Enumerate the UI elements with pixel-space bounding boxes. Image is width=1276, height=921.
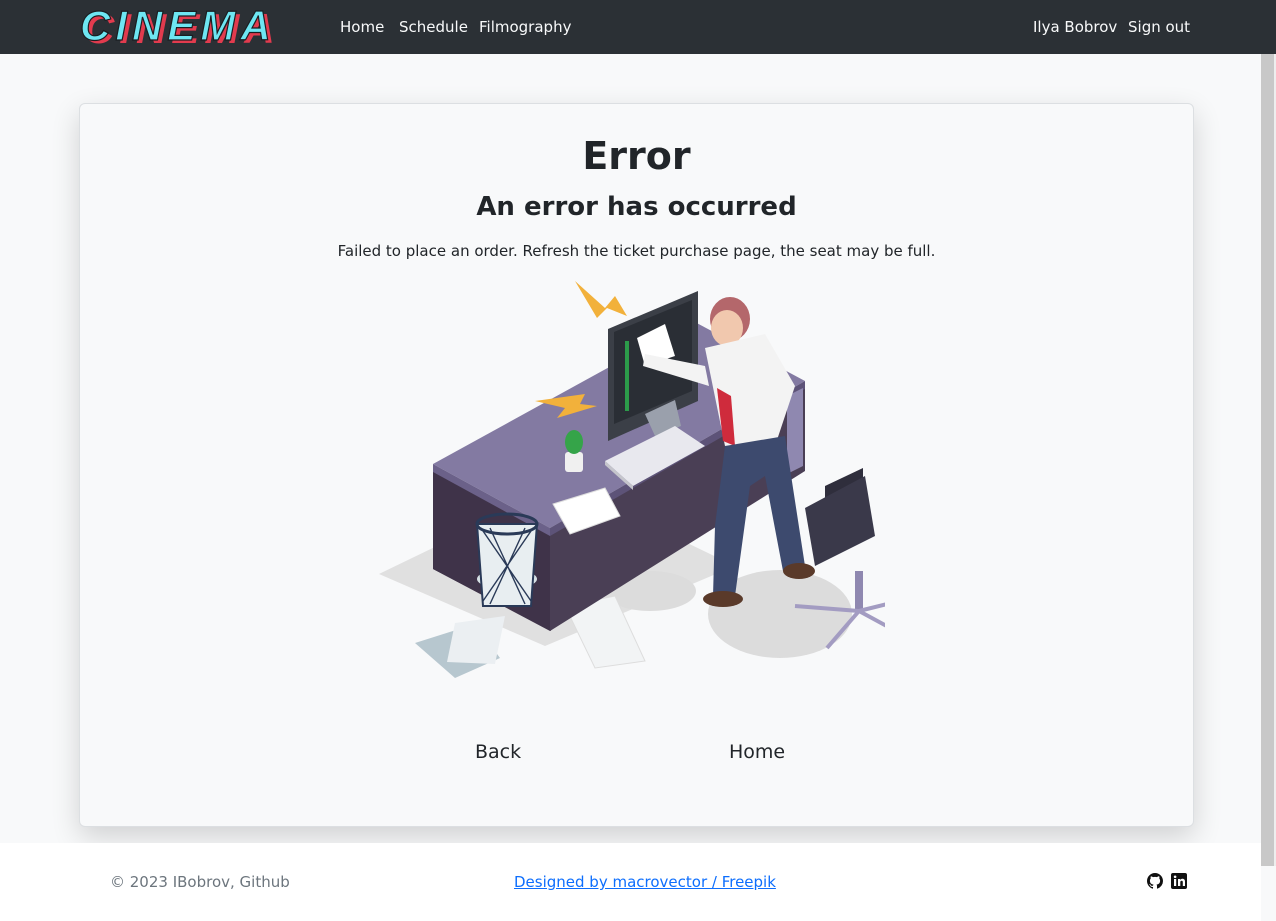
footer: © 2023 IBobrov, Github Designed by macro… bbox=[0, 843, 1261, 921]
scrollbar-thumb[interactable] bbox=[1261, 54, 1274, 866]
navbar: CINEMA CINEMA Home Schedule Filmography … bbox=[0, 0, 1276, 54]
footer-copyright: © 2023 IBobrov, Github bbox=[110, 873, 290, 891]
home-button[interactable]: Home bbox=[729, 740, 785, 764]
error-message: Failed to place an order. Refresh the ti… bbox=[337, 242, 936, 260]
sign-out-link[interactable]: Sign out bbox=[1128, 17, 1190, 37]
error-subtitle: An error has occurred bbox=[476, 192, 797, 222]
footer-credit-link[interactable]: Designed by macrovector / Freepik bbox=[514, 873, 776, 891]
error-title: Error bbox=[582, 134, 691, 178]
nav-filmography-link[interactable]: Filmography bbox=[479, 17, 571, 37]
nav-home-link[interactable]: Home bbox=[340, 17, 384, 37]
github-icon[interactable] bbox=[1147, 873, 1163, 889]
back-button[interactable]: Back bbox=[475, 740, 521, 764]
user-name-link[interactable]: Ilya Bobrov bbox=[1033, 17, 1117, 37]
nav-schedule-link[interactable]: Schedule bbox=[399, 17, 468, 37]
svg-text:CINEMA: CINEMA bbox=[80, 3, 276, 49]
brand-logo[interactable]: CINEMA CINEMA bbox=[78, 3, 314, 51]
error-illustration bbox=[379, 281, 885, 678]
linkedin-icon[interactable] bbox=[1171, 873, 1187, 889]
error-card: Error An error has occurred Failed to pl… bbox=[79, 103, 1194, 827]
